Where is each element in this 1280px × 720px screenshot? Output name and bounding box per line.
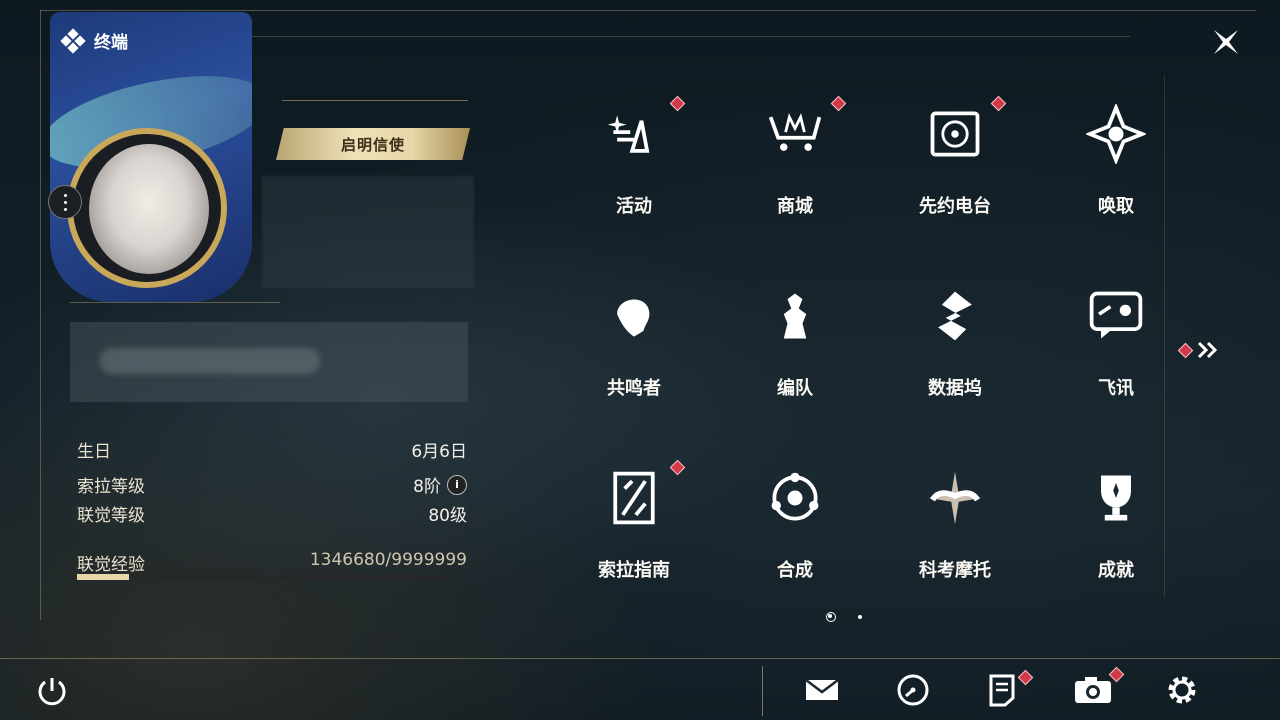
notice-icon [989,674,1015,707]
clock-button[interactable] [893,670,933,710]
mail-icon [805,679,839,700]
page-dot-active[interactable] [826,612,836,622]
menu-tile-label: 索拉指南 [598,560,670,581]
exp-label: 联觉经验 [77,555,145,575]
signature-redacted [70,322,468,402]
page-indicator [826,612,862,622]
page-title: 终端 [94,33,128,53]
stat-label: 联觉等级 [77,506,145,526]
title-divider [282,100,468,101]
more-dots-icon [63,192,67,213]
next-page-button[interactable] [1177,338,1224,362]
frame-line-top [40,10,1256,11]
trophy-icon [1084,466,1148,530]
crown-cart-icon [763,102,827,166]
page-dot[interactable] [858,615,862,619]
title-badge[interactable]: 启明信使 [276,128,470,160]
stat-label: 索拉等级 [77,477,145,497]
synthesis-orbit-icon [763,466,827,530]
power-icon [38,678,66,706]
sparkle-activity-icon [602,102,666,166]
stat-union-level: 联觉等级 80级 [77,501,467,526]
profile-more-button[interactable] [48,185,82,219]
page-header: 终端 [60,27,128,54]
bottom-separator [762,666,763,716]
chat-bubble-icon [1084,284,1148,348]
menu-tile-2[interactable]: 商城 [720,90,870,250]
menu-tile-label: 共鸣者 [607,378,661,399]
notification-badge [990,95,1007,112]
notification-badge [830,95,847,112]
frame-line-left [40,10,41,620]
bottom-divider [0,658,1280,659]
menu-tile-8[interactable]: 飞讯 [1041,272,1191,432]
stat-value: 80级 [428,506,467,526]
close-button[interactable] [1206,24,1246,60]
stat-birthday: 生日 6月6日 [77,437,467,462]
menu-tile-label: 科考摩托 [919,560,991,581]
menu-tile-7[interactable]: 数据坞 [880,272,1030,432]
notification-badge [669,459,686,476]
power-button[interactable] [34,673,70,709]
camera-icon [1075,677,1111,703]
settings-icon [1168,676,1196,704]
stat-label: 生日 [77,442,111,462]
menu-tile-5[interactable]: 共鸣者 [559,272,709,432]
compass-star-icon [1084,102,1148,166]
exp-value: 1346680/9999999 [309,550,467,570]
menu-tile-10[interactable]: 合成 [720,454,870,614]
guide-book-icon [602,466,666,530]
title-badge-label: 启明信使 [340,135,405,154]
menu-tile-1[interactable]: 活动 [559,90,709,250]
terminal-diamond-icon [60,27,86,54]
avatar[interactable] [67,128,227,288]
menu-tile-label: 活动 [616,196,652,217]
character-head-icon [602,284,666,348]
stat-value: 8阶 [413,477,441,497]
menu-tile-label: 先约电台 [919,196,991,217]
mail-button[interactable] [802,670,842,710]
notification-badge [1177,342,1194,358]
menu-tile-label: 唤取 [1098,196,1134,217]
menu-tile-12[interactable]: 成就 [1041,454,1191,614]
menu-tile-6[interactable]: 编队 [720,272,870,432]
profile-divider [70,302,280,303]
camera-button[interactable] [1073,666,1125,710]
menu-tile-label: 数据坞 [928,378,982,399]
notification-badge [669,95,686,112]
menu-tile-11[interactable]: 科考摩托 [880,454,1030,614]
player-name-redacted [262,176,474,288]
settings-button[interactable] [1162,670,1202,710]
menu-tile-label: 商城 [777,196,813,217]
info-icon[interactable]: i [447,474,467,495]
menu-tile-label: 飞讯 [1098,378,1134,399]
data-dock-icon [923,284,987,348]
clock-icon [897,674,929,706]
stat-value: 6月6日 [411,442,467,462]
avatar-portrait [89,144,209,274]
motorbike-icon [923,466,987,530]
close-icon [1214,30,1238,54]
double-chevron-right-icon [1197,341,1218,359]
chess-pieces-icon [763,284,827,348]
menu-tile-label: 编队 [777,378,813,399]
exp-progress-bar [77,574,461,580]
notice-button[interactable] [982,669,1034,710]
stat-sola-level: 索拉等级 8阶 i [77,472,467,497]
menu-tile-label: 合成 [777,560,813,581]
frame-line-inner [250,36,1130,37]
menu-tile-label: 成就 [1098,560,1134,581]
radio-icon [923,102,987,166]
menu-tile-3[interactable]: 先约电台 [880,90,1030,250]
menu-tile-4[interactable]: 唤取 [1041,90,1191,250]
exp-progress-fill [77,574,129,580]
menu-tile-9[interactable]: 索拉指南 [559,454,709,614]
